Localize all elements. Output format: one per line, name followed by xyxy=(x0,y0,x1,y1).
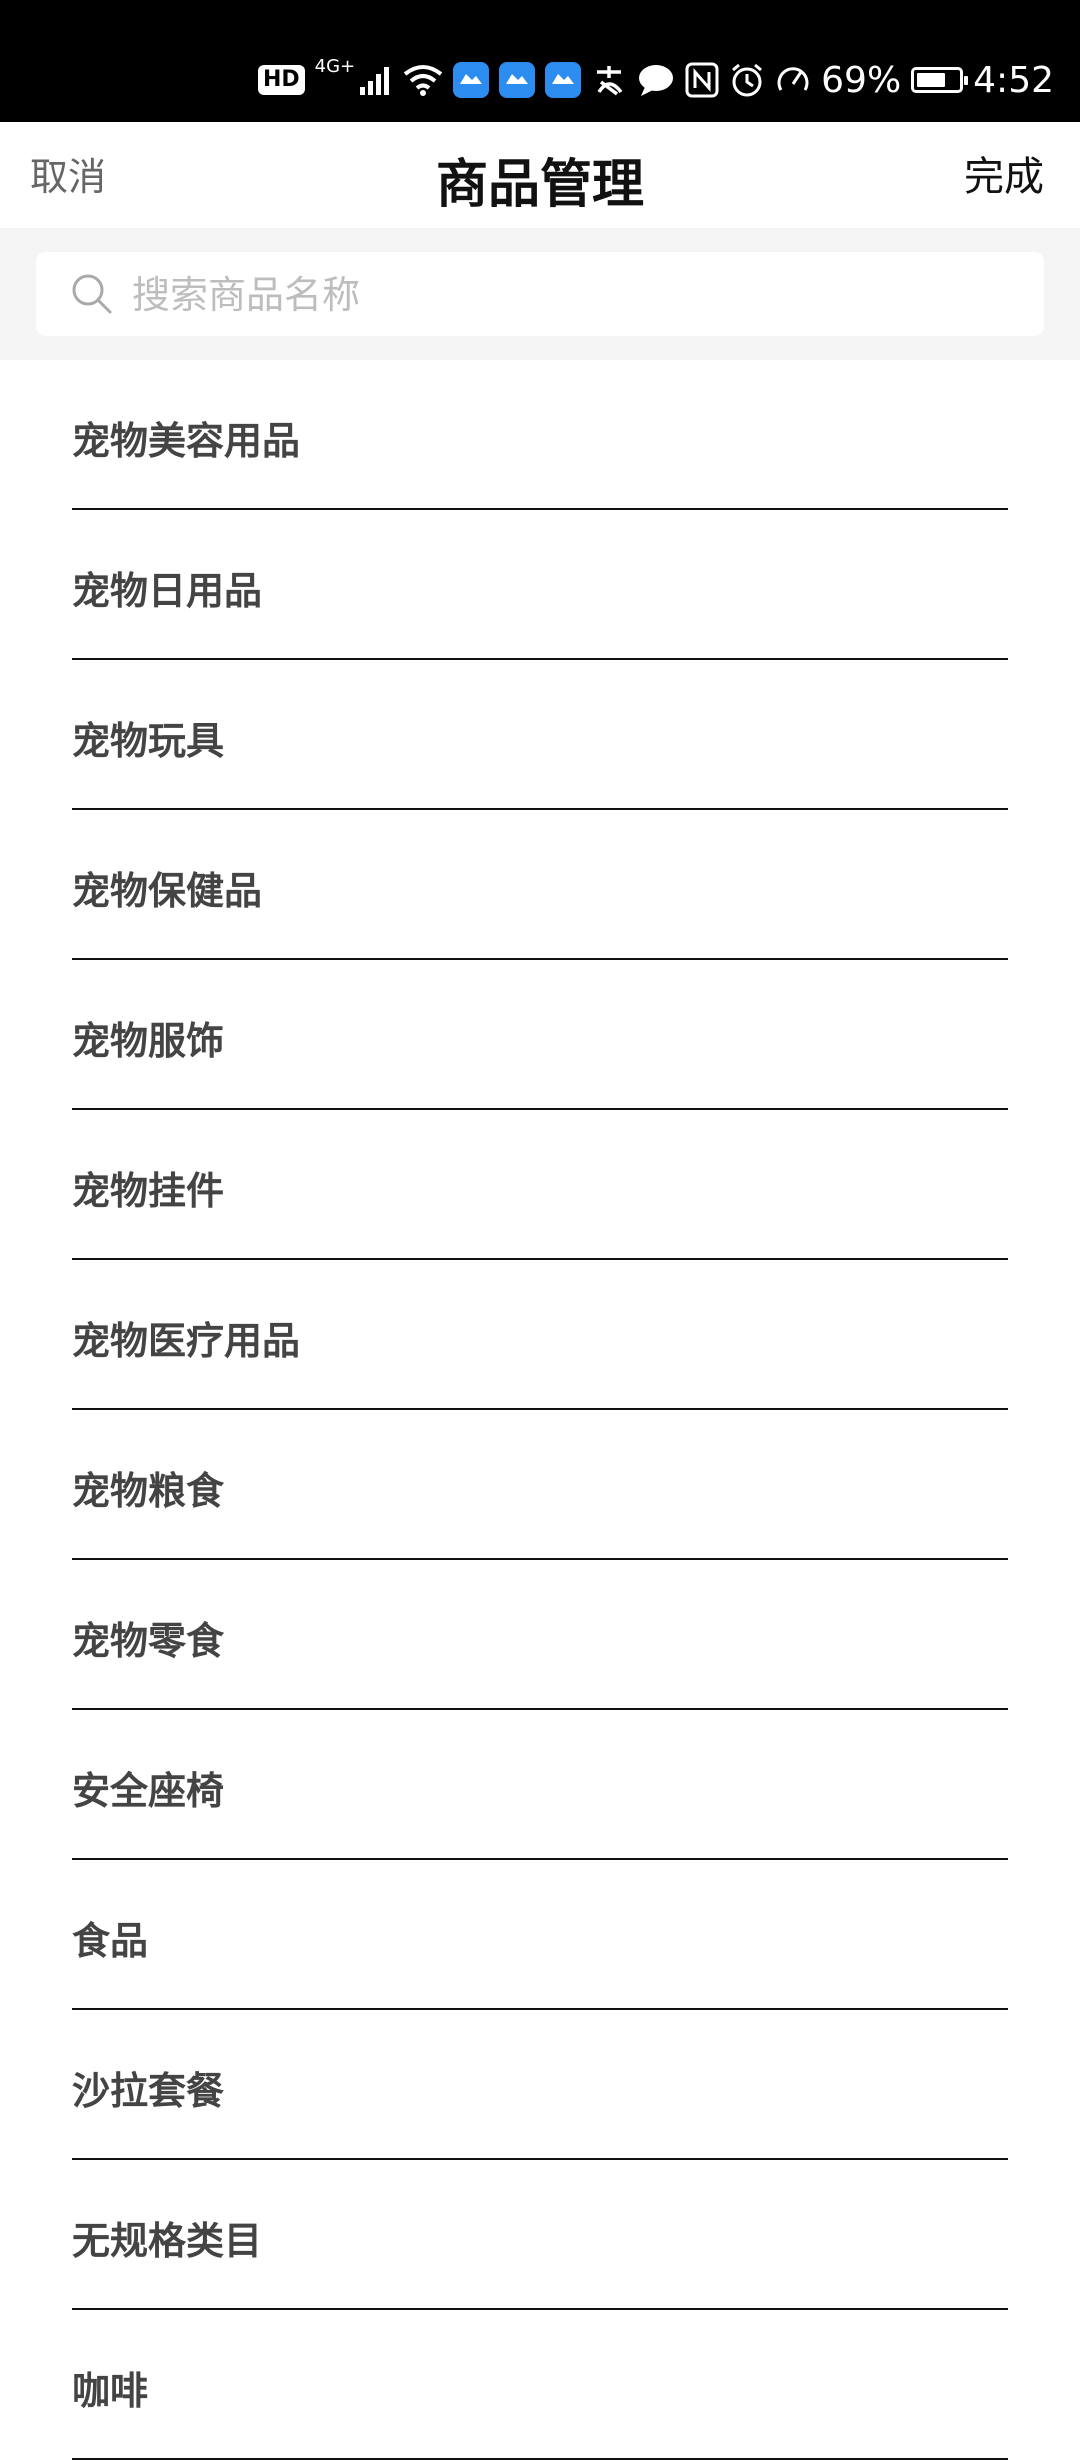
battery-cap xyxy=(964,76,969,85)
app-icon xyxy=(499,62,536,98)
battery-level xyxy=(917,73,946,87)
app-icon xyxy=(545,62,582,98)
app-icon xyxy=(453,62,490,98)
category-label: 宠物医疗用品 xyxy=(72,1319,301,1363)
nav-bar: 取消 商品管理 完成 xyxy=(0,122,1080,228)
list-item[interactable]: 宠物日用品 xyxy=(0,510,1080,660)
category-label: 宠物粮食 xyxy=(72,1469,225,1513)
wifi-icon xyxy=(403,65,443,96)
signal-icon xyxy=(360,67,390,95)
battery-icon xyxy=(911,67,969,93)
list-item[interactable]: 咖啡 xyxy=(0,2310,1080,2460)
hd-badge: HD xyxy=(257,65,305,95)
message-icon xyxy=(639,65,674,96)
search-input[interactable] xyxy=(130,262,1014,328)
category-label: 宠物挂件 xyxy=(72,1169,225,1213)
battery-percent: 69% xyxy=(821,59,902,101)
category-label: 食品 xyxy=(72,1919,149,1963)
list-item[interactable]: 宠物医疗用品 xyxy=(0,1260,1080,1410)
category-list: 宠物美容用品 宠物日用品宠物玩具宠物保健品宠物服饰宠物挂件宠物医疗用品 宠物粮食宠物… xyxy=(0,360,1080,2460)
category-label: 安全座椅 xyxy=(72,1769,225,1813)
list-item[interactable]: 宠物美容用品 xyxy=(0,360,1080,510)
list-item[interactable]: 安全座椅 xyxy=(0,1710,1080,1860)
category-label: 宠物服饰 xyxy=(72,1019,225,1063)
pay-icon xyxy=(597,66,623,96)
nfc-icon xyxy=(685,62,719,98)
list-item[interactable]: 食品 xyxy=(0,1860,1080,2010)
network-type: 4G+ xyxy=(314,55,356,77)
category-label: 宠物日用品 xyxy=(72,569,263,613)
category-label: 咖啡 xyxy=(72,2369,149,2413)
list-item[interactable]: 宠物粮食 xyxy=(0,1410,1080,1560)
category-label: 宠物零食 xyxy=(72,1619,225,1663)
search-box[interactable] xyxy=(36,252,1044,336)
list-item[interactable]: 宠物保健品 xyxy=(0,810,1080,960)
category-label: 宠物玩具 xyxy=(72,719,225,763)
list-item[interactable]: 宠物玩具 xyxy=(0,660,1080,810)
clock: 4:52 xyxy=(973,59,1054,101)
list-item[interactable]: 宠物挂件 xyxy=(0,1110,1080,1260)
category-label: 沙拉套餐 xyxy=(72,2069,225,2113)
status-bar: HD 4G+ 69% 4:52 xyxy=(0,0,1080,122)
speed-icon xyxy=(777,67,809,91)
category-label: 宠物保健品 xyxy=(72,869,263,913)
list-item[interactable]: 无规格类目 xyxy=(0,2160,1080,2310)
list-item[interactable]: 宠物零食 xyxy=(0,1560,1080,1710)
page-title: 商品管理 xyxy=(435,155,644,215)
search-bar xyxy=(0,228,1080,360)
list-item[interactable]: 宠物服饰 xyxy=(0,960,1080,1110)
category-label: 无规格类目 xyxy=(72,2219,263,2263)
category-label: 宠物美容用品 xyxy=(72,419,301,463)
status-icons: HD 4G+ 69% 4:52 xyxy=(257,52,1054,108)
list-item[interactable]: 沙拉套餐 xyxy=(0,2010,1080,2160)
alarm-icon xyxy=(732,63,763,97)
search-icon xyxy=(72,274,112,314)
done-button[interactable]: 完成 xyxy=(964,144,1044,202)
